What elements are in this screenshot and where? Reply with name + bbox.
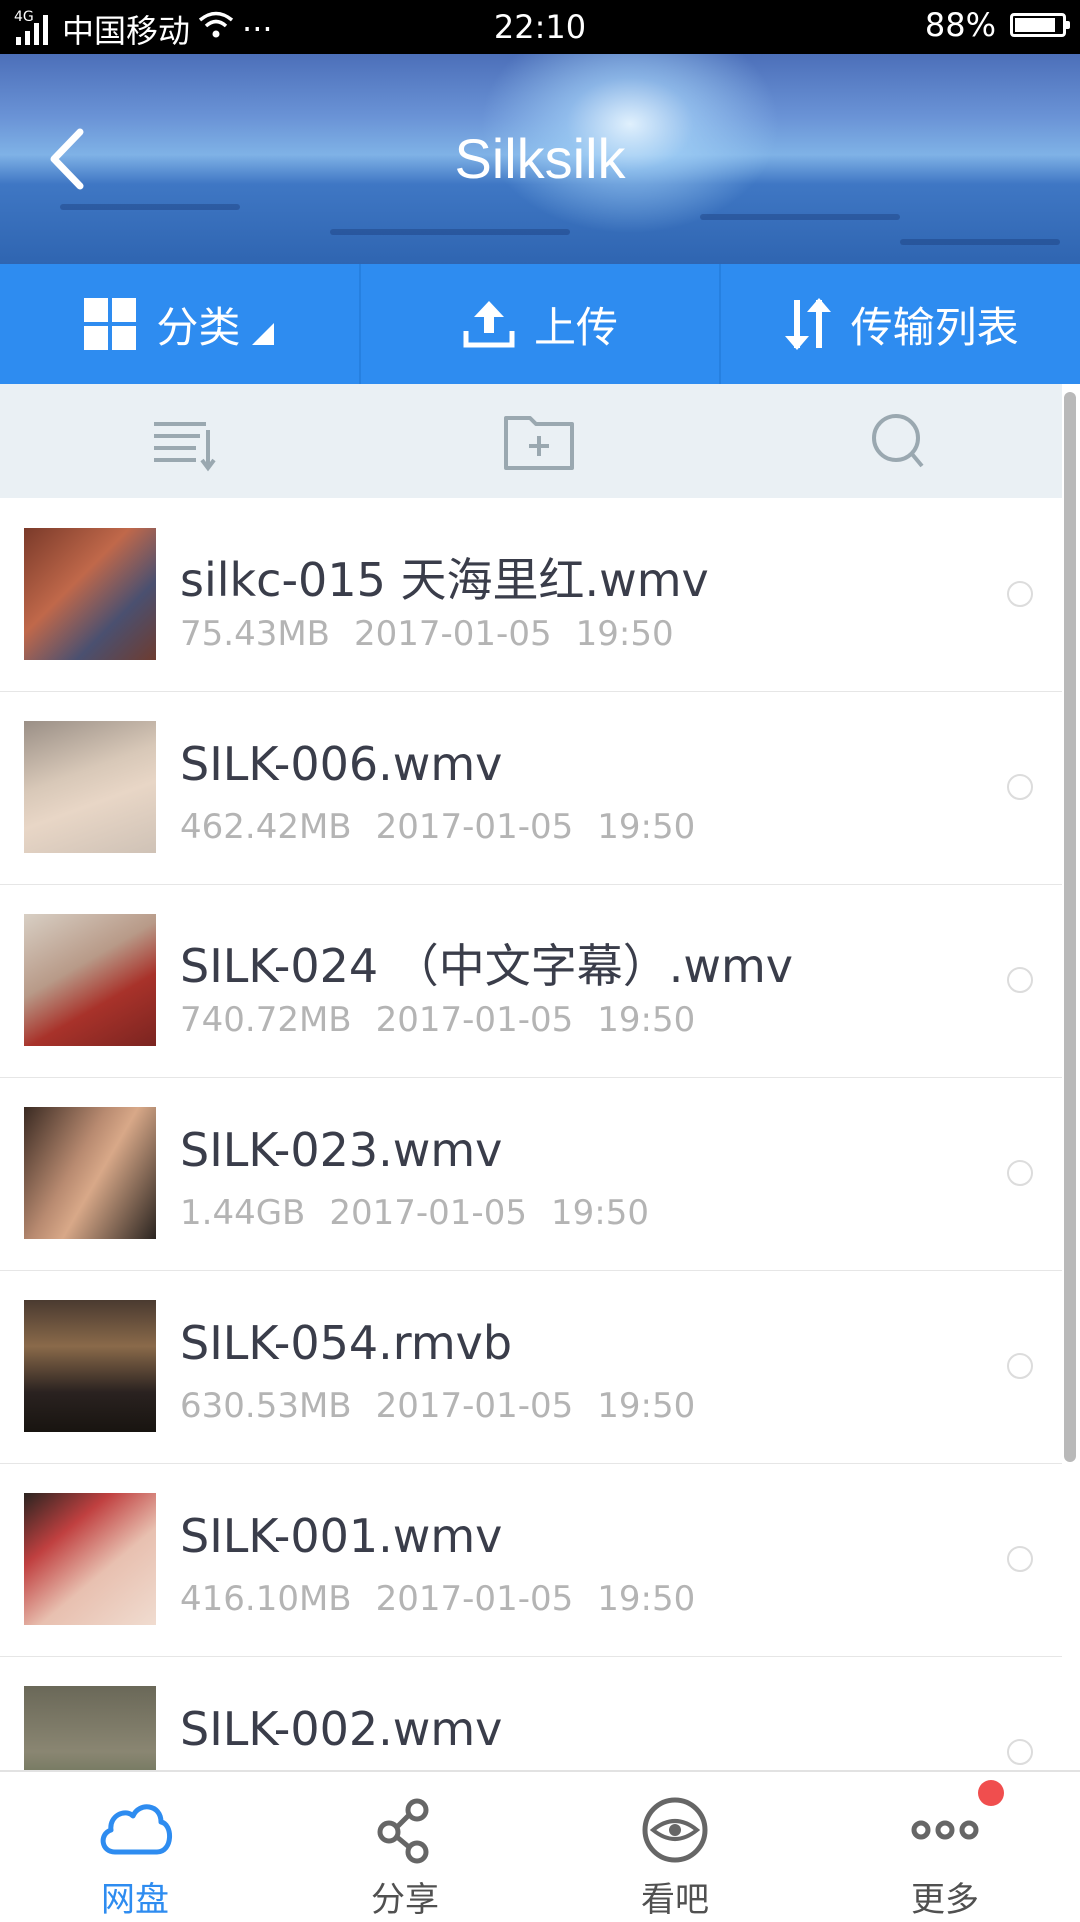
file-name: SILK-002.wmv [180,1702,503,1756]
file-size: 75.43MB [180,614,330,654]
file-date: 2017-01-05 [375,807,574,847]
file-meta: 740.72MB 2017-01-05 19:50 [180,1000,695,1040]
file-time: 19:50 [597,1579,696,1619]
upload-button[interactable]: 上传 [358,264,720,384]
nav-label: 更多 [911,1880,979,1920]
share-icon [377,1798,429,1864]
file-time: 19:50 [597,1386,696,1426]
select-radio[interactable] [1007,581,1033,607]
file-row[interactable]: SILK-054.rmvb 630.53MB 2017-01-05 19:50 [0,1270,1062,1464]
eye-icon [642,1797,708,1863]
banner-wave [330,229,570,235]
file-size: 462.42MB [180,807,352,847]
file-row[interactable]: SILK-001.wmv 416.10MB 2017-01-05 19:50 [0,1463,1062,1657]
grid-icon [84,298,137,350]
select-radio[interactable] [1007,1353,1033,1379]
nav-label: 网盘 [101,1880,169,1920]
select-radio[interactable] [1007,1739,1033,1765]
transfer-icon [784,298,831,350]
file-date: 2017-01-05 [354,614,552,654]
file-row[interactable]: silkc-015 天海里红.wmv 75.43MB 2017-01-05 19:5… [0,498,1062,692]
battery-percent: 88% [924,6,996,44]
nav-item-share[interactable]: 分享 [270,1772,540,1922]
nav-label: 看吧 [641,1880,709,1920]
nav-item-more[interactable]: 更多 [810,1772,1080,1922]
file-row[interactable]: SILK-023.wmv 1.44GB 2017-01-05 19:50 [0,1077,1062,1271]
transfer-list-button[interactable]: 传输列表 [719,264,1080,384]
file-row[interactable]: SILK-002.wmv [0,1656,1062,1770]
clock: 22:10 [493,8,587,46]
video-thumbnail [24,721,156,853]
file-name: silkc-015 天海里红.wmv [180,553,709,607]
upload-icon [463,301,515,348]
file-toolbar [0,384,1062,498]
header-banner: Silksilk [0,54,1080,264]
video-thumbnail [24,1493,156,1625]
search-button[interactable] [858,410,938,474]
file-size: 740.72MB [180,1000,352,1040]
file-time: 19:50 [575,614,674,654]
file-meta: 630.53MB 2017-01-05 19:50 [180,1386,695,1426]
file-name: SILK-024 （中文字幕）.wmv [180,939,794,993]
file-size: 416.10MB [180,1579,352,1619]
status-bar: 4G 中国移动 ··· 22:10 88% [0,0,1080,54]
new-folder-icon [504,416,574,470]
select-radio[interactable] [1007,1160,1033,1186]
transfer-list-label: 传输列表 [850,302,1019,352]
scrollbar[interactable] [1064,392,1076,1462]
file-date: 2017-01-05 [329,1193,527,1233]
file-row[interactable]: SILK-006.wmv 462.42MB 2017-01-05 19:50 [0,691,1062,885]
file-date: 2017-01-05 [375,1000,574,1040]
file-meta: 1.44GB 2017-01-05 19:50 [180,1193,649,1233]
select-radio[interactable] [1007,967,1033,993]
file-size: 1.44GB [180,1193,306,1233]
file-name: SILK-006.wmv [180,737,503,791]
file-size: 630.53MB [180,1386,352,1426]
banner-wave [700,214,900,220]
select-radio[interactable] [1007,1546,1033,1572]
file-meta: 416.10MB 2017-01-05 19:50 [180,1579,695,1619]
nav-item-cloud-drive[interactable]: 网盘 [0,1772,270,1922]
file-time: 19:50 [597,1000,696,1040]
sort-button[interactable] [142,410,222,474]
select-radio[interactable] [1007,774,1033,800]
bottom-nav: 网盘 分享 看吧 更多 [0,1770,1080,1922]
file-meta: 75.43MB 2017-01-05 19:50 [180,614,674,654]
cloud-icon [100,1804,172,1855]
action-bar: 分类 上传 传输列表 [0,264,1080,384]
dropdown-triangle-icon [252,323,275,345]
more-icon [911,1820,979,1840]
video-thumbnail [24,1686,156,1770]
file-time: 19:50 [597,807,696,847]
search-icon [872,414,924,468]
file-meta: 462.42MB 2017-01-05 19:50 [180,807,695,847]
notification-badge [978,1780,1004,1806]
nav-label: 分享 [371,1880,439,1920]
battery-icon [1010,13,1070,37]
video-thumbnail [24,528,156,660]
sort-list-icon [154,422,216,472]
nav-item-watch[interactable]: 看吧 [540,1772,810,1922]
file-name: SILK-054.rmvb [180,1316,513,1370]
file-name: SILK-001.wmv [180,1509,503,1563]
category-button[interactable]: 分类 [0,264,359,384]
banner-wave [60,204,240,210]
category-label: 分类 [156,302,241,352]
video-thumbnail [24,1300,156,1432]
page-title: Silksilk [454,127,626,190]
video-thumbnail [24,914,156,1046]
upload-label: 上传 [534,302,619,352]
banner-wave [900,239,1060,245]
video-thumbnail [24,1107,156,1239]
new-folder-button[interactable] [500,410,580,474]
file-row[interactable]: SILK-024 （中文字幕）.wmv 740.72MB 2017-01-05 19… [0,884,1062,1078]
file-date: 2017-01-05 [375,1386,574,1426]
file-name: SILK-023.wmv [180,1123,503,1177]
file-list: silkc-015 天海里红.wmv 75.43MB 2017-01-05 19:5… [0,498,1062,1770]
file-time: 19:50 [550,1193,649,1233]
file-date: 2017-01-05 [375,1579,574,1619]
